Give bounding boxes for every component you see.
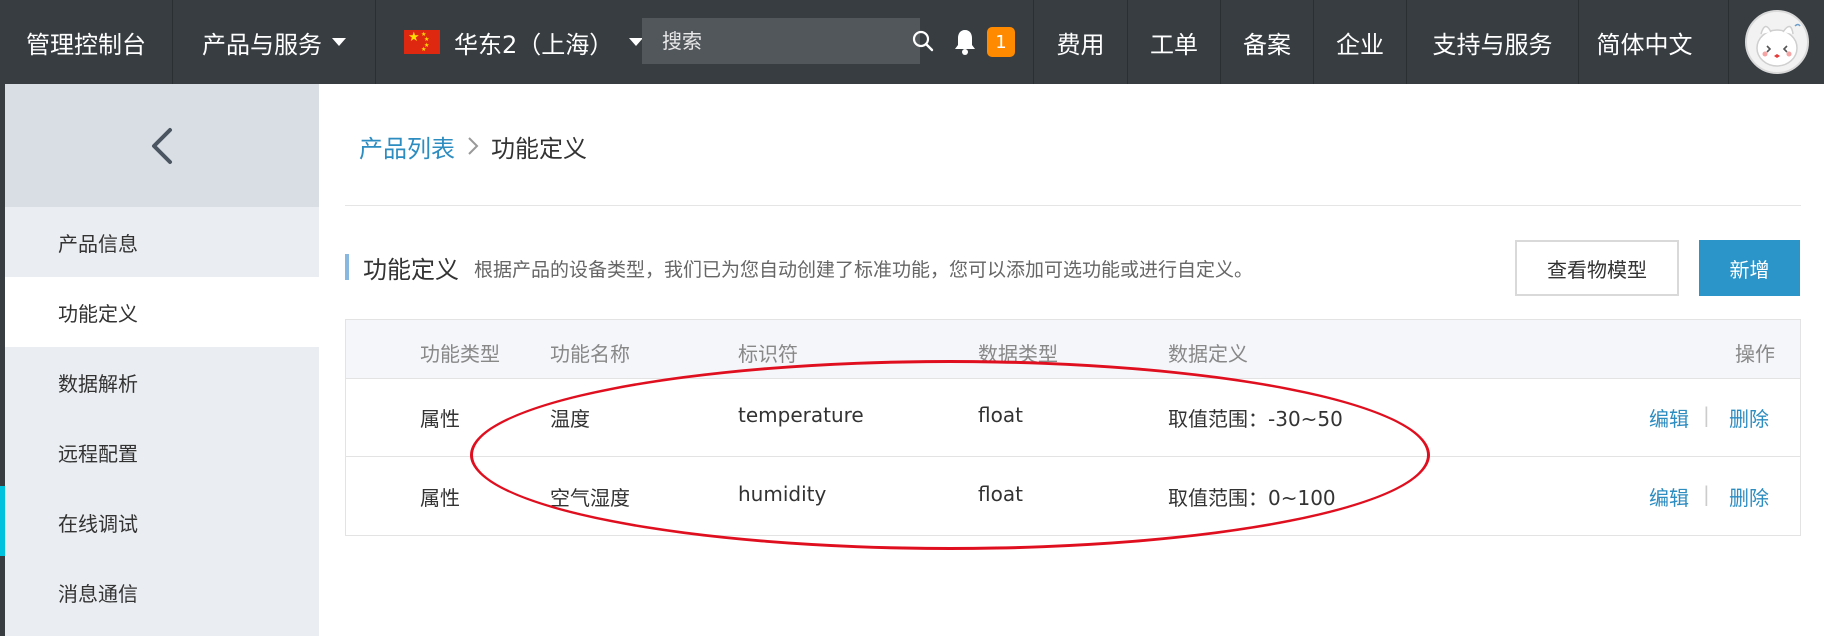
console-home-link[interactable]: 管理控制台 (0, 0, 173, 84)
view-thing-model-button[interactable]: 查看物模型 (1515, 240, 1679, 296)
sidebar: 产品信息 功能定义 数据解析 远程配置 在线调试 消息通信 (0, 84, 319, 636)
delete-link[interactable]: 删除 (1729, 482, 1769, 511)
top-navigation-bar: 管理控制台 产品与服务 ★ ★ ★ ★ ★ 华东2（上海） 1 (0, 0, 1824, 84)
avatar (1744, 10, 1809, 74)
left-edge-accent (0, 486, 5, 556)
delete-link[interactable]: 删除 (1729, 403, 1769, 432)
menu-billing[interactable]: 费用 (1033, 0, 1127, 84)
edit-link[interactable]: 编辑 (1649, 403, 1689, 432)
menu-icp-filing[interactable]: 备案 (1220, 0, 1313, 84)
action-separator: | (1703, 403, 1710, 427)
column-header-data-definition: 数据定义 (1168, 342, 1248, 366)
menu-support-services[interactable]: 支持与服务 (1406, 0, 1578, 84)
cell-identifier: temperature (738, 403, 864, 427)
table-header: 功能类型 功能名称 标识符 数据类型 数据定义 操作 (346, 320, 1800, 379)
column-header-actions: 操作 (1735, 342, 1775, 366)
function-table: 功能类型 功能名称 标识符 数据类型 数据定义 操作 属性 温度 tempera… (345, 319, 1801, 536)
cell-data-definition: 取值范围：-30~50 (1168, 407, 1343, 431)
menu-language[interactable]: 简体中文 (1578, 0, 1710, 84)
cell-function-type: 属性 (420, 486, 460, 510)
bell-icon (955, 30, 975, 55)
top-right-menu: 费用 工单 备案 企业 支持与服务 简体中文 (1033, 0, 1710, 84)
breadcrumb: 产品列表 功能定义 (359, 128, 587, 164)
sidebar-item-remote-config[interactable]: 远程配置 (5, 417, 319, 487)
section-title-marker (345, 254, 349, 280)
header-divider (345, 205, 1801, 206)
cell-function-name: 温度 (550, 407, 590, 431)
column-header-data-type: 数据类型 (978, 342, 1058, 366)
action-separator: | (1703, 482, 1710, 506)
region-selector[interactable]: ★ ★ ★ ★ ★ 华东2（上海） (376, 0, 644, 84)
chevron-down-icon (332, 38, 346, 46)
cell-identifier: humidity (738, 482, 827, 506)
cell-function-name: 空气湿度 (550, 486, 630, 510)
sidebar-item-function-definition[interactable]: 功能定义 (5, 277, 319, 347)
add-function-button[interactable]: 新增 (1699, 240, 1800, 296)
region-label: 华东2（上海） (454, 30, 614, 59)
column-header-function-name: 功能名称 (550, 342, 630, 366)
user-avatar-button[interactable] (1728, 0, 1824, 84)
sidebar-item-product-info[interactable]: 产品信息 (5, 207, 319, 277)
cell-data-type: float (978, 403, 1023, 427)
menu-enterprise[interactable]: 企业 (1313, 0, 1406, 84)
chevron-right-icon (467, 136, 479, 156)
section-title: 功能定义 (363, 256, 459, 284)
search-box (642, 18, 934, 64)
sidebar-item-data-parsing[interactable]: 数据解析 (5, 347, 319, 417)
products-services-menu[interactable]: 产品与服务 (173, 0, 376, 84)
chevron-left-icon (152, 127, 172, 164)
search-icon[interactable] (911, 18, 935, 64)
table-row: 属性 温度 temperature float 取值范围：-30~50 编辑 |… (346, 379, 1800, 457)
breadcrumb-current: 功能定义 (491, 134, 587, 163)
cell-data-type: float (978, 482, 1023, 506)
sidebar-item-messaging[interactable]: 消息通信 (5, 557, 319, 627)
table-row: 属性 空气湿度 humidity float 取值范围：0~100 编辑 | 删… (346, 458, 1800, 536)
section-description: 根据产品的设备类型，我们已为您自动创建了标准功能，您可以添加可选功能或进行自定义… (474, 259, 1254, 281)
products-services-label: 产品与服务 (202, 30, 322, 59)
breadcrumb-product-list-link[interactable]: 产品列表 (359, 129, 455, 164)
notifications-button[interactable]: 1 (934, 0, 1034, 84)
notification-count-badge: 1 (987, 27, 1015, 57)
sidebar-item-online-debug[interactable]: 在线调试 (5, 487, 319, 557)
back-button[interactable] (5, 84, 319, 207)
edit-link[interactable]: 编辑 (1649, 482, 1689, 511)
column-header-function-type: 功能类型 (420, 342, 500, 366)
cell-function-type: 属性 (420, 407, 460, 431)
column-header-identifier: 标识符 (738, 342, 798, 366)
china-flag-icon: ★ ★ ★ ★ ★ (404, 30, 440, 54)
cell-data-definition: 取值范围：0~100 (1168, 486, 1336, 510)
menu-tickets[interactable]: 工单 (1127, 0, 1220, 84)
search-input[interactable] (642, 18, 911, 64)
